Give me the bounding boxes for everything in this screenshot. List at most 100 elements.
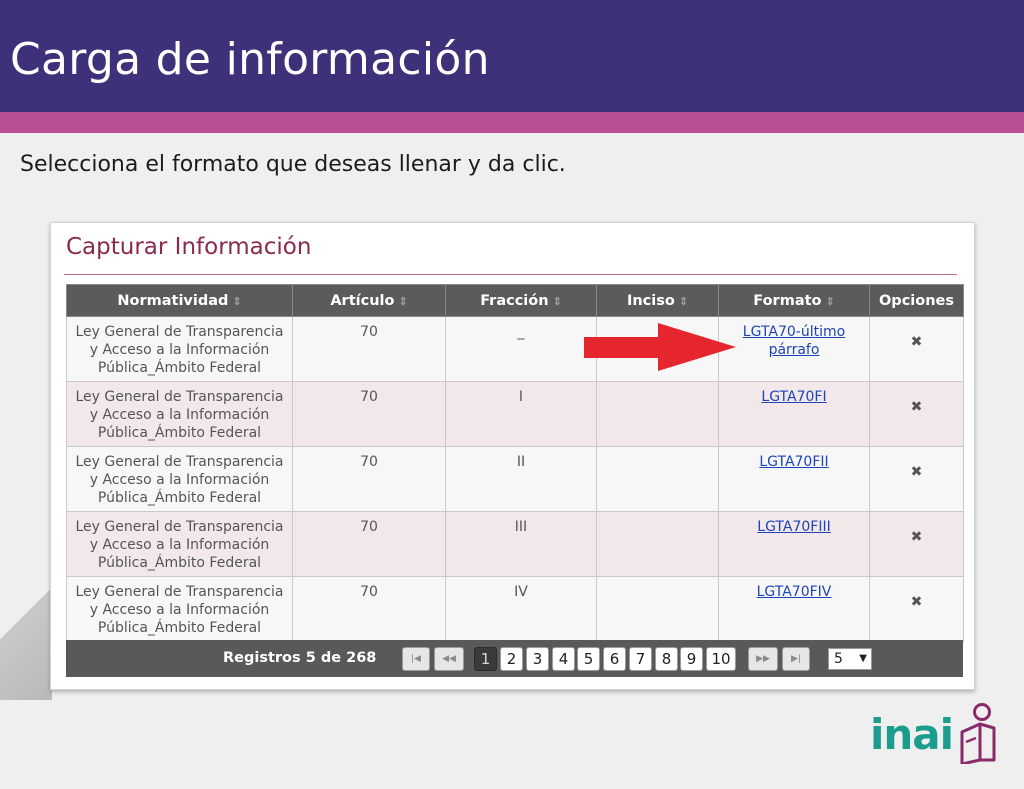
cell-text: Pública_Ámbito Federal [97, 360, 262, 376]
cell-inciso [596, 446, 719, 512]
cell-fraccion: II [445, 446, 597, 512]
cell-articulo: 70 [292, 576, 446, 642]
table-row: Ley General de Transparencia y Acceso a l… [66, 511, 964, 577]
chevron-down-icon: ▼ [859, 653, 867, 664]
cell-text: Ley General de Transparencia [75, 389, 284, 405]
cell-text: Ley General de Transparencia [75, 324, 284, 340]
page-button-4[interactable]: 4 [552, 647, 575, 671]
table-row: Ley General de Transparencia y Acceso a l… [66, 316, 964, 382]
link-text: párrafo [768, 342, 820, 358]
cell-normatividad: Ley General de Transparencia y Acceso a l… [66, 316, 293, 382]
slide-header: Carga de información [0, 0, 1024, 112]
page-button-1[interactable]: 1 [474, 647, 497, 671]
column-header-inciso[interactable]: Inciso ⇕ [596, 284, 719, 317]
last-page-icon[interactable]: ▶| [782, 647, 810, 671]
formato-link[interactable]: LGTA70FI [761, 389, 826, 405]
instruction-text: Selecciona el formato que deseas llenar … [20, 152, 566, 177]
prev-page-icon[interactable]: ◀◀ [434, 647, 464, 671]
column-header-normatividad[interactable]: Normatividad ⇕ [66, 284, 293, 317]
cell-text: Pública_Ámbito Federal [97, 490, 262, 506]
formato-link[interactable]: LGTA70FII [759, 454, 828, 470]
page-size-select[interactable]: 5 ▼ [828, 648, 872, 670]
column-label: Artículo [330, 292, 395, 309]
capture-panel: Capturar Información Normatividad ⇕ Artíc… [50, 222, 975, 690]
table-row: Ley General de Transparencia y Acceso a l… [66, 446, 964, 512]
cell-fraccion: IV [445, 576, 597, 642]
page-button-10[interactable]: 10 [706, 647, 736, 671]
inai-logo: inai [870, 702, 1000, 768]
cell-formato: LGTA70FI [718, 381, 870, 447]
link-text: LGTA70-último [742, 324, 846, 340]
cell-inciso [596, 576, 719, 642]
first-page-icon[interactable]: |◀ [402, 647, 430, 671]
cell-normatividad: Ley General de Transparencia y Acceso a l… [66, 511, 293, 577]
page-button-9[interactable]: 9 [680, 647, 703, 671]
page-button-3[interactable]: 3 [526, 647, 549, 671]
column-label: Opciones [878, 292, 955, 309]
slide-title: Carga de información [10, 34, 490, 85]
cell-normatividad: Ley General de Transparencia y Acceso a l… [66, 576, 293, 642]
column-label: Normatividad [117, 292, 229, 309]
cell-articulo: 70 [292, 446, 446, 512]
cell-formato: LGTA70FIV [718, 576, 870, 642]
logo-wordmark: inai [870, 710, 954, 759]
next-page-icon[interactable]: ▶▶ [748, 647, 778, 671]
table-header-row: Normatividad ⇕ Artículo ⇕ Fracción ⇕ Inciso… [66, 284, 964, 317]
page-button-7[interactable]: 7 [629, 647, 652, 671]
delete-icon[interactable]: ✖ [911, 398, 923, 416]
cell-inciso [596, 511, 719, 577]
cell-text: y Acceso a la Información [89, 472, 270, 488]
cell-opciones: ✖ [869, 316, 964, 382]
sort-icon: ⇕ [825, 294, 835, 308]
cell-fraccion: _ [445, 316, 597, 382]
page-button-8[interactable]: 8 [655, 647, 678, 671]
column-header-articulo[interactable]: Artículo ⇕ [292, 284, 446, 317]
column-header-formato[interactable]: Formato ⇕ [718, 284, 870, 317]
cell-text: y Acceso a la Información [89, 342, 270, 358]
cell-text: y Acceso a la Información [89, 537, 270, 553]
header-accent-stripe [0, 112, 1024, 133]
column-header-opciones: Opciones [869, 284, 964, 317]
column-label: Fracción [480, 292, 549, 309]
column-header-fraccion[interactable]: Fracción ⇕ [445, 284, 597, 317]
cell-opciones: ✖ [869, 446, 964, 512]
page-size-value: 5 [834, 651, 843, 667]
column-label: Formato [753, 292, 822, 309]
delete-icon[interactable]: ✖ [911, 593, 923, 611]
cell-fraccion: III [445, 511, 597, 577]
cell-opciones: ✖ [869, 576, 964, 642]
page-button-2[interactable]: 2 [500, 647, 523, 671]
cell-formato: LGTA70-último párrafo [718, 316, 870, 382]
page-button-5[interactable]: 5 [577, 647, 600, 671]
cell-formato: LGTA70FII [718, 446, 870, 512]
formats-table: Normatividad ⇕ Artículo ⇕ Fracción ⇕ Inciso… [66, 284, 964, 642]
cell-articulo: 70 [292, 511, 446, 577]
records-summary: Registros 5 de 268 [223, 650, 377, 666]
cell-text: Pública_Ámbito Federal [97, 620, 262, 636]
formato-link[interactable]: LGTA70-último párrafo [743, 324, 845, 358]
delete-icon[interactable]: ✖ [911, 463, 923, 481]
person-book-icon [960, 703, 996, 764]
cell-text: Pública_Ámbito Federal [97, 425, 262, 441]
delete-icon[interactable]: ✖ [911, 528, 923, 546]
table-row: Ley General de Transparencia y Acceso a l… [66, 381, 964, 447]
cell-text: y Acceso a la Información [89, 602, 270, 618]
sort-icon: ⇕ [232, 294, 242, 308]
formato-link[interactable]: LGTA70FIII [757, 519, 830, 535]
cell-text: Ley General de Transparencia [75, 584, 284, 600]
cell-opciones: ✖ [869, 511, 964, 577]
sort-icon: ⇕ [678, 294, 689, 308]
cell-articulo: 70 [292, 316, 446, 382]
sort-icon: ⇕ [552, 294, 562, 308]
page-button-6[interactable]: 6 [603, 647, 626, 671]
cell-inciso [596, 381, 719, 447]
column-label: Inciso [626, 292, 675, 309]
pagination-bar: Registros 5 de 268 |◀ ◀◀ 1 2 3 4 5 6 7 8… [66, 640, 963, 677]
table-row: Ley General de Transparencia y Acceso a l… [66, 576, 964, 642]
formato-link[interactable]: LGTA70FIV [757, 584, 832, 600]
cell-text: Ley General de Transparencia [75, 454, 284, 470]
delete-icon[interactable]: ✖ [911, 333, 923, 351]
cell-formato: LGTA70FIII [718, 511, 870, 577]
panel-title: Capturar Información [66, 234, 312, 260]
cell-normatividad: Ley General de Transparencia y Acceso a l… [66, 381, 293, 447]
